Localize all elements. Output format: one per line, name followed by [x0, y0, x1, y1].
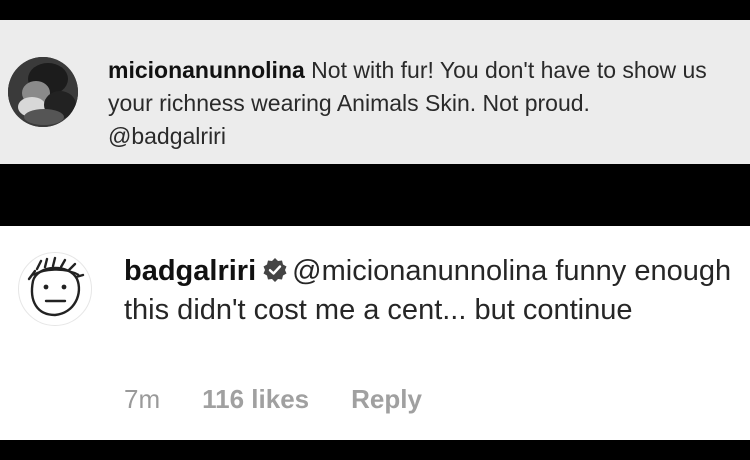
reply-button[interactable]: Reply	[351, 384, 422, 415]
doodle-face-avatar-icon	[27, 256, 85, 317]
comment-panel-2: badgalriri @micionanunnolina funny enoug…	[0, 226, 750, 440]
comment-time: 7m	[124, 383, 161, 414]
comment-meta: 7m 116 likes Reply	[124, 382, 464, 416]
comment-text: badgalriri @micionanunnolina funny enoug…	[124, 252, 739, 330]
likes-count[interactable]: 116 likes	[202, 384, 309, 415]
middle-black-bar	[0, 164, 750, 226]
comment-text: micionanunnolina Not with fur! You don't…	[108, 54, 708, 153]
comment-username[interactable]: badgalriri	[124, 255, 256, 287]
comment-panel-1: micionanunnolina Not with fur! You don't…	[0, 20, 750, 164]
bottom-black-bar	[0, 440, 750, 460]
avatar[interactable]	[18, 252, 92, 326]
comment-username[interactable]: micionanunnolina	[108, 57, 305, 83]
top-black-bar	[0, 0, 750, 20]
verified-badge-icon	[263, 258, 287, 282]
profile-photo-icon	[8, 57, 78, 127]
avatar[interactable]	[8, 57, 78, 127]
